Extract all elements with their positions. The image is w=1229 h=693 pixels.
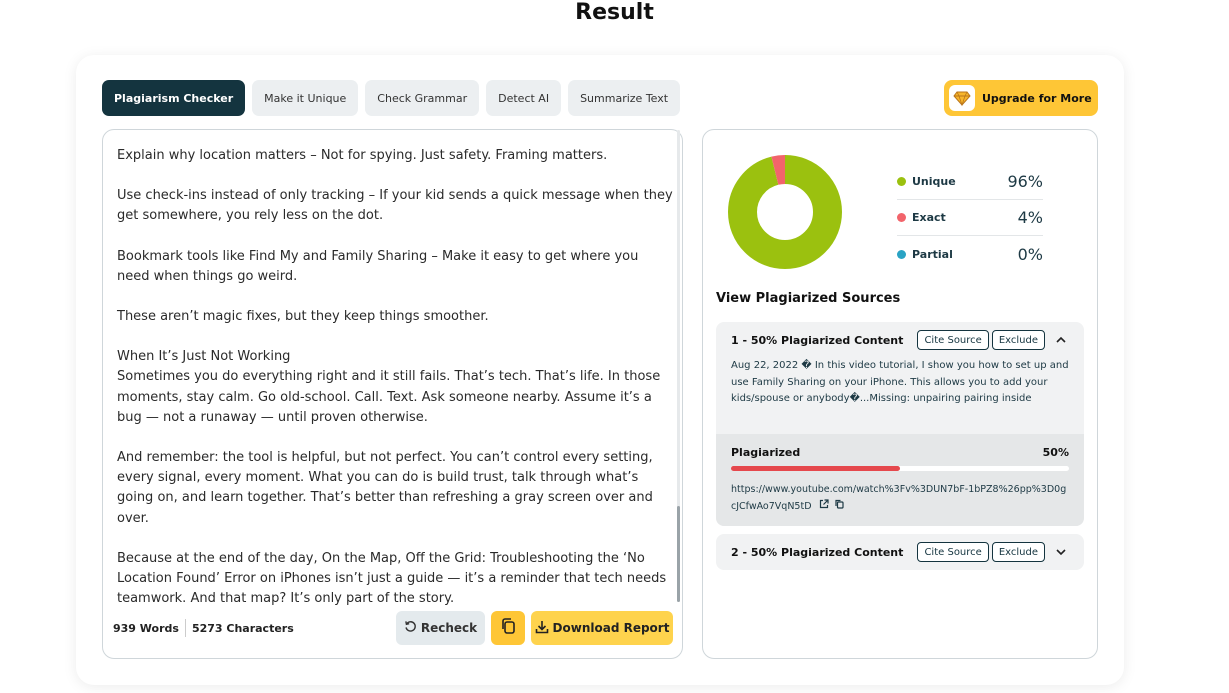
editor-paragraph: These aren’t magic fixes, but they keep … (117, 309, 489, 325)
upgrade-label: Upgrade for More (982, 91, 1092, 105)
download-report-button[interactable]: Download Report (531, 611, 673, 645)
plagiarized-label: Plagiarized (731, 446, 801, 459)
text-editor[interactable]: Explain why location matters – Not for s… (102, 129, 683, 659)
legend-value: 96% (1007, 172, 1043, 191)
character-count: 5273 Characters (191, 621, 294, 635)
source-url[interactable]: https://www.youtube.com/watch%3Fv%3DUN7b… (731, 484, 1066, 512)
legend-row-exact: Exact 4% (897, 200, 1043, 236)
legend-value: 4% (1017, 208, 1043, 227)
editor-paragraph: Explain why location matters – Not for s… (117, 148, 608, 163)
plagiarized-row: Plagiarized 50% (731, 446, 1069, 459)
plagiarism-donut-chart (728, 155, 842, 269)
source-title: 2 - 50% Plagiarized Content (731, 545, 904, 559)
editor-content[interactable]: Explain why location matters – Not for s… (117, 146, 673, 629)
exclude-button[interactable]: Exclude (991, 330, 1045, 350)
editor-footer: 939 Words 5273 Characters Recheck Downlo… (113, 611, 673, 645)
download-label: Download Report (552, 621, 670, 635)
source-card-1: 1 - 50% Plagiarized Content Cite Source … (716, 322, 1084, 526)
cite-source-button[interactable]: Cite Source (917, 542, 989, 562)
copy-icon (499, 617, 517, 640)
cite-source-button[interactable]: Cite Source (917, 330, 989, 350)
editor-actions: Recheck Download Report (396, 611, 673, 645)
editor-paragraph: Because at the end of the day, On the Ma… (117, 550, 667, 607)
divider (184, 619, 186, 637)
plagiarized-bar (731, 466, 1069, 471)
upgrade-button[interactable]: Upgrade for More (944, 80, 1098, 116)
source-url-row: https://www.youtube.com/watch%3Fv%3DUN7b… (731, 481, 1069, 515)
download-icon (535, 620, 549, 637)
chevron-down-icon[interactable] (1052, 543, 1070, 561)
legend-label: Unique (912, 175, 956, 188)
legend-row-unique: Unique 96% (897, 164, 1043, 200)
recheck-button[interactable]: Recheck (396, 611, 485, 645)
source-card-2: 2 - 50% Plagiarized Content Cite Source … (716, 534, 1084, 570)
copy-button[interactable] (491, 611, 525, 645)
tab-check-grammar[interactable]: Check Grammar (365, 80, 480, 116)
legend-row-partial: Partial 0% (897, 236, 1043, 272)
source-actions: Cite Source Exclude (917, 542, 1070, 562)
source-actions: Cite Source Exclude (917, 330, 1070, 350)
tool-tabs: Plagiarism Checker Make it Unique Check … (102, 80, 681, 116)
page-title: Result (575, 0, 654, 25)
tab-make-it-unique[interactable]: Make it Unique (252, 80, 359, 116)
source-header[interactable]: 2 - 50% Plagiarized Content Cite Source … (716, 534, 1084, 570)
recheck-label: Recheck (420, 621, 478, 635)
tab-detect-ai[interactable]: Detect AI (486, 80, 562, 116)
results-panel: Unique 96% Exact 4% Partial 0% View Plag… (702, 129, 1098, 659)
source-title: 1 - 50% Plagiarized Content (731, 333, 904, 347)
source-plagiarized-section: Plagiarized 50% https://www.youtube.com/… (716, 434, 1084, 526)
editor-paragraph: Use check-ins instead of only tracking –… (117, 188, 673, 224)
unique-dot (897, 177, 906, 186)
editor-paragraph: Sometimes you do everything right and it… (117, 369, 661, 425)
legend-value: 0% (1017, 244, 1043, 264)
source-snippet: Aug 22, 2022 � In this video tutorial, I… (731, 360, 1069, 404)
editor-heading: When It’s Just Not Working (117, 349, 291, 365)
legend-label: Exact (912, 211, 946, 224)
plagiarized-percent: 50% (1042, 446, 1069, 459)
chevron-up-icon[interactable] (1052, 331, 1070, 349)
source-header[interactable]: 1 - 50% Plagiarized Content Cite Source … (716, 322, 1084, 358)
legend-label: Partial (912, 247, 953, 261)
exclude-button[interactable]: Exclude (991, 542, 1045, 562)
refresh-icon (404, 620, 417, 636)
sources-title: View Plagiarized Sources (716, 291, 901, 306)
tab-summarize-text[interactable]: Summarize Text (568, 80, 681, 116)
external-link-icon[interactable] (819, 498, 829, 515)
results-legend: Unique 96% Exact 4% Partial 0% (897, 164, 1043, 272)
diamond-icon (949, 85, 975, 111)
plagiarized-bar-fill (731, 466, 900, 471)
tab-plagiarism-checker[interactable]: Plagiarism Checker (102, 80, 246, 116)
word-count: 939 Words (113, 621, 179, 635)
editor-paragraph: And remember: the tool is helpful, but n… (117, 450, 653, 526)
checker-card: Plagiarism Checker Make it Unique Check … (76, 55, 1124, 685)
editor-scrollbar-thumb[interactable] (677, 506, 680, 602)
partial-dot (897, 249, 906, 259)
exact-dot (897, 213, 906, 222)
editor-paragraph: Bookmark tools like Find My and Family S… (117, 248, 639, 284)
url-actions (819, 498, 844, 515)
copy-link-icon[interactable] (834, 498, 844, 515)
